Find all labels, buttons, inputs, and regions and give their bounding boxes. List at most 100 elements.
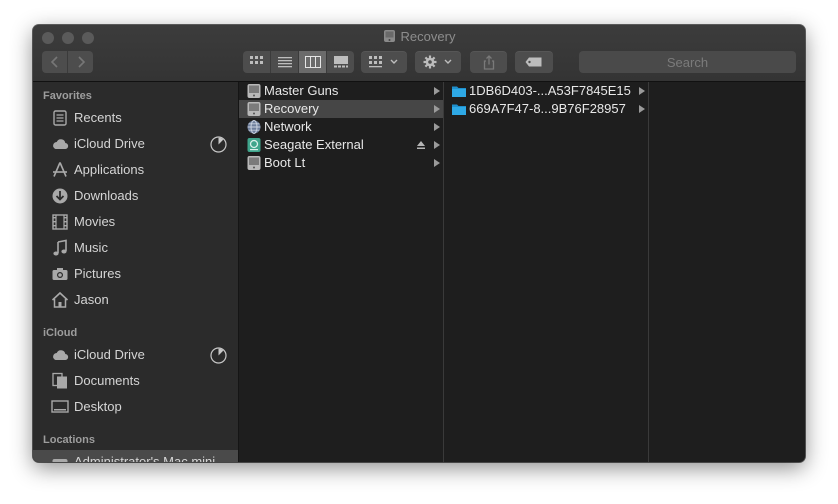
tag-icon [525, 57, 542, 67]
download-icon [52, 188, 68, 204]
sidebar-item-pictures[interactable]: Pictures [33, 262, 238, 286]
sidebar-item-documents[interactable]: Documents [33, 369, 238, 393]
network-globe-icon [247, 120, 261, 134]
sidebar-item-label: iCloud Drive [74, 136, 145, 151]
view-mode-control [243, 51, 354, 73]
sidebar-item-label: Downloads [74, 188, 139, 203]
gallery-view-button[interactable] [327, 51, 354, 73]
sidebar-item-label: Jason [74, 292, 109, 307]
sidebar-item-label: Documents [74, 373, 140, 388]
sidebar-item-desktop[interactable]: Desktop [33, 395, 238, 419]
list-view-icon [277, 57, 292, 68]
sidebar-item-administrators-mac-mini[interactable]: Administrator's Mac mini [33, 450, 238, 462]
column-view-icon [304, 56, 321, 68]
sidebar-item-recents[interactable]: Recents [33, 106, 238, 130]
action-menu-button[interactable] [415, 51, 461, 73]
list-item-recovery[interactable]: Recovery [239, 100, 443, 118]
external-drive-icon [247, 138, 261, 152]
group-icon [369, 56, 382, 68]
finder-window: Recovery Search Favorites Recents iCloud… [33, 25, 805, 462]
drive-icon [247, 156, 261, 170]
list-item-boot-lt[interactable]: Boot Lt [239, 154, 443, 172]
window-title-text: Recovery [400, 29, 456, 44]
disclosure-arrow-icon [434, 141, 440, 149]
list-item-folder-1db6d403[interactable]: 1DB6D403-...A53F7845E15 [444, 82, 648, 100]
applications-icon [53, 162, 67, 177]
sidebar-item-movies[interactable]: Movies [33, 210, 238, 234]
list-view-button[interactable] [271, 51, 299, 73]
tags-button[interactable] [515, 51, 553, 73]
forward-button[interactable] [68, 51, 93, 73]
item-label: Recovery [264, 101, 319, 116]
chevron-right-icon [77, 56, 85, 68]
sidebar-item-icloud-drive-2[interactable]: iCloud Drive [33, 343, 238, 367]
column-view-button[interactable] [299, 51, 327, 73]
disclosure-arrow-icon [434, 87, 440, 95]
disclosure-arrow-icon [639, 87, 645, 95]
sidebar-item-jason[interactable]: Jason [33, 288, 238, 312]
group-by-button[interactable] [361, 51, 407, 73]
share-icon [483, 54, 494, 70]
sidebar-item-label: Recents [74, 110, 122, 125]
list-item-network[interactable]: Network [239, 118, 443, 136]
home-icon [51, 291, 69, 308]
browser-column-1: Master Guns Recovery Network Seagate Ext… [239, 82, 444, 462]
sync-progress-pie-icon [210, 136, 227, 153]
gear-icon [423, 55, 437, 69]
share-button[interactable] [470, 51, 507, 73]
sidebar-item-label: Desktop [74, 399, 122, 414]
item-label: Master Guns [264, 83, 339, 98]
eject-icon[interactable] [416, 140, 426, 150]
cloud-icon [53, 350, 69, 361]
documents-icon [52, 372, 67, 389]
drive-icon [247, 84, 261, 98]
item-label: 669A7F47-8...9B76F28957 [469, 101, 626, 116]
disclosure-arrow-icon [434, 105, 440, 113]
folder-icon [452, 86, 466, 97]
title-bar: Recovery [33, 25, 805, 82]
sidebar-item-downloads[interactable]: Downloads [33, 184, 238, 208]
sidebar-item-applications[interactable]: Applications [33, 158, 238, 182]
item-label: Seagate External [264, 137, 364, 152]
back-button[interactable] [42, 51, 68, 73]
disclosure-arrow-icon [434, 123, 440, 131]
disclosure-arrow-icon [639, 105, 645, 113]
sidebar-item-label: Movies [74, 214, 116, 229]
recents-icon [53, 110, 67, 126]
item-label: 1DB6D403-...A53F7845E15 [469, 83, 631, 98]
browser-column-2: 1DB6D403-...A53F7845E15 669A7F47-8...9B7… [444, 82, 649, 462]
sidebar-item-label: Administrator's Mac mini [74, 454, 216, 462]
camera-icon [52, 268, 68, 280]
disclosure-arrow-icon [434, 159, 440, 167]
chevron-left-icon [50, 56, 58, 68]
film-icon [52, 214, 68, 230]
item-label: Network [264, 119, 312, 134]
chevron-down-icon [444, 59, 452, 64]
sidebar: Favorites Recents iCloud Drive Applicati… [33, 82, 239, 462]
sidebar-item-label: iCloud Drive [74, 347, 145, 362]
sidebar-item-label: Applications [74, 162, 145, 177]
desktop-icon [51, 400, 69, 413]
folder-icon [452, 104, 466, 115]
list-item-folder-669a7f47[interactable]: 669A7F47-8...9B76F28957 [444, 100, 648, 118]
browser-column-3 [649, 82, 805, 462]
icon-view-button[interactable] [243, 51, 271, 73]
search-input[interactable] [579, 51, 796, 73]
list-item-master-guns[interactable]: Master Guns [239, 82, 443, 100]
drive-icon [247, 102, 261, 116]
drive-icon [383, 29, 396, 47]
gallery-view-icon [333, 56, 348, 68]
sidebar-item-music[interactable]: Music [33, 236, 238, 260]
cloud-icon [53, 139, 69, 150]
locations-section-header: Locations [43, 434, 95, 446]
chevron-down-icon [390, 59, 398, 64]
music-note-icon [53, 239, 67, 256]
sidebar-item-label: Pictures [74, 266, 121, 281]
sidebar-item-label: Music [74, 240, 108, 255]
list-item-seagate-external[interactable]: Seagate External [239, 136, 443, 154]
item-label: Boot Lt [264, 155, 306, 170]
sidebar-item-icloud-drive[interactable]: iCloud Drive [33, 132, 238, 156]
icon-view-icon [249, 56, 263, 64]
icloud-section-header: iCloud [43, 327, 78, 339]
computer-icon [52, 459, 68, 462]
